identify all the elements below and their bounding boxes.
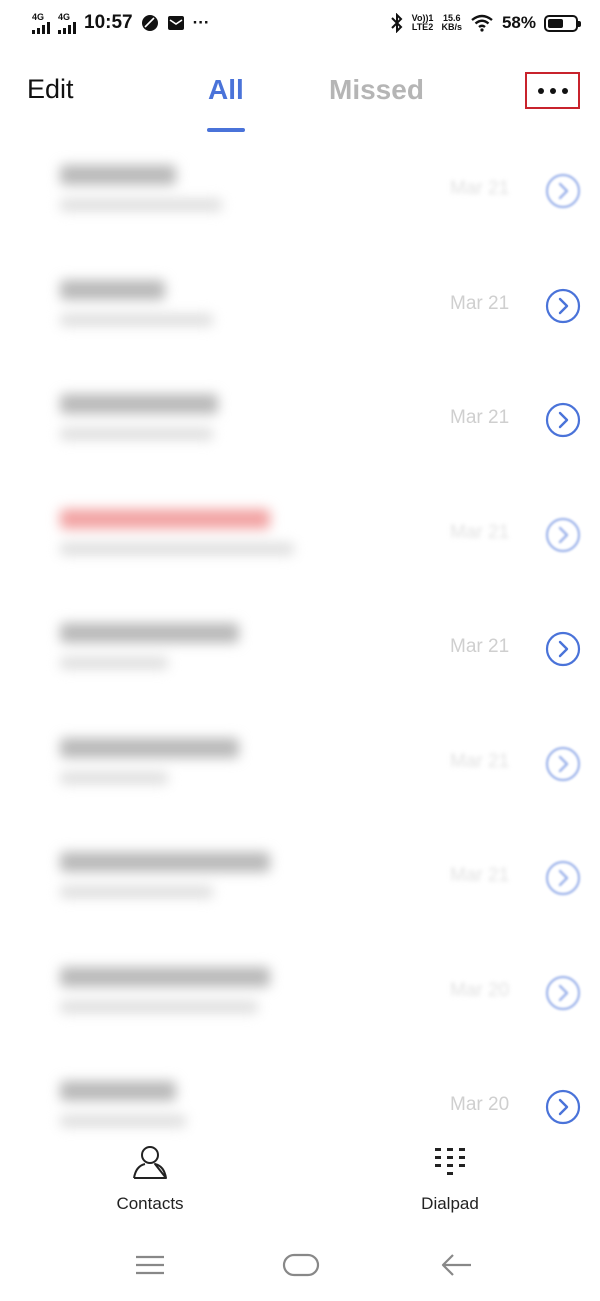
call-date: Mar 21 xyxy=(450,178,510,199)
call-log-header: Edit All Missed xyxy=(0,58,600,132)
message-notification-icon xyxy=(167,16,184,30)
bottom-navigation: Contacts Dialpad xyxy=(0,1140,600,1230)
dialpad-icon xyxy=(435,1148,465,1175)
active-tab-indicator xyxy=(207,128,245,132)
blurred-contact-name xyxy=(60,623,239,643)
call-details-chevron-icon[interactable] xyxy=(545,860,581,896)
sim1-signal: 4G xyxy=(32,11,50,34)
sim1-network-label: 4G xyxy=(32,11,45,22)
status-time: 10:57 xyxy=(84,12,133,33)
wifi-icon xyxy=(471,14,493,32)
menu-icon[interactable] xyxy=(133,1251,167,1279)
blurred-contact-name xyxy=(60,508,270,529)
sim2-signal: 4G xyxy=(58,11,76,34)
status-bar: 4G 4G 10:57 ··· Vo))1 LTE2 15.6 KB/s 58% xyxy=(0,0,600,46)
more-dot-icon xyxy=(549,87,556,94)
blurred-contact-name xyxy=(60,737,239,758)
contacts-label: Contacts xyxy=(116,1194,184,1213)
blurred-contact-name xyxy=(60,165,176,185)
signal-bars-icon xyxy=(32,21,50,34)
tab-missed[interactable]: Missed xyxy=(329,74,424,106)
edit-button[interactable]: Edit xyxy=(27,74,74,105)
blurred-call-details xyxy=(60,1000,258,1013)
home-icon[interactable] xyxy=(282,1251,320,1279)
volte-indicator: Vo))1 LTE2 xyxy=(412,14,434,32)
call-date: Mar 21 xyxy=(450,407,510,428)
call-log-row[interactable]: Mar 21 xyxy=(0,133,600,248)
call-log-list[interactable]: Mar 21 Mar 21 Mar 21 Mar 21 Mar 21 Mar 2… xyxy=(0,133,600,1164)
more-notifications-icon: ··· xyxy=(192,13,210,32)
blurred-contact-details xyxy=(60,966,270,1013)
bluetooth-icon xyxy=(390,13,403,33)
speed-unit: KB/s xyxy=(441,22,462,32)
blurred-contact-details xyxy=(60,737,239,784)
dialpad-label: Dialpad xyxy=(421,1194,479,1213)
blurred-contact-details xyxy=(60,165,222,211)
call-log-row[interactable]: Mar 21 xyxy=(0,248,600,363)
call-date: Mar 20 xyxy=(450,1094,510,1115)
call-details-chevron-icon[interactable] xyxy=(545,631,581,667)
call-date: Mar 21 xyxy=(450,750,510,772)
call-log-row[interactable]: Mar 20 xyxy=(0,935,600,1050)
call-log-row[interactable]: Mar 21 xyxy=(0,706,600,821)
blurred-contact-details xyxy=(60,623,239,669)
blurred-call-details xyxy=(60,1115,186,1127)
sim2-network-label: 4G xyxy=(58,11,71,22)
contacts-icon xyxy=(133,1146,167,1179)
call-log-row[interactable]: Mar 21 xyxy=(0,820,600,935)
blurred-call-details xyxy=(60,199,222,211)
network-speed: 15.6 KB/s xyxy=(441,14,462,32)
blurred-contact-name xyxy=(60,394,218,414)
contacts-tab[interactable]: Contacts xyxy=(100,1144,200,1214)
call-date: Mar 21 xyxy=(450,292,510,314)
call-details-chevron-icon[interactable] xyxy=(545,975,581,1011)
call-log-row[interactable]: Mar 21 xyxy=(0,362,600,477)
blurred-contact-name xyxy=(60,279,165,300)
status-right: Vo))1 LTE2 15.6 KB/s 58% xyxy=(390,13,581,33)
blurred-contact-details xyxy=(60,508,294,555)
leaf-notification-icon xyxy=(141,15,158,31)
call-log-row[interactable]: Mar 21 xyxy=(0,591,600,706)
call-log-row[interactable]: Mar 21 xyxy=(0,477,600,592)
blurred-call-details xyxy=(60,428,213,440)
blurred-call-details xyxy=(60,657,168,669)
call-details-chevron-icon[interactable] xyxy=(545,402,581,438)
signal-bars-icon xyxy=(58,21,76,34)
system-navigation-bar xyxy=(0,1235,600,1295)
blurred-call-details xyxy=(60,771,168,784)
battery-icon xyxy=(544,14,581,32)
call-date: Mar 21 xyxy=(450,521,510,543)
back-arrow-icon[interactable] xyxy=(440,1251,474,1279)
blurred-contact-details xyxy=(60,394,218,440)
blurred-contact-details xyxy=(60,852,270,898)
more-dot-icon xyxy=(561,87,568,94)
more-options-button[interactable] xyxy=(525,72,580,109)
blurred-contact-details xyxy=(60,1081,186,1127)
tab-all[interactable]: All xyxy=(208,74,244,106)
blurred-contact-name xyxy=(60,852,270,872)
blurred-call-details xyxy=(60,542,294,555)
blurred-call-details xyxy=(60,313,213,326)
battery-level xyxy=(548,18,564,28)
blurred-call-details xyxy=(60,886,213,898)
call-details-chevron-icon[interactable] xyxy=(545,746,581,782)
call-date: Mar 21 xyxy=(450,636,510,657)
battery-percent: 58% xyxy=(501,13,536,32)
more-dot-icon xyxy=(537,87,544,94)
volte-bottom-label: LTE2 xyxy=(411,22,434,32)
call-details-chevron-icon[interactable] xyxy=(545,1089,581,1125)
call-date: Mar 21 xyxy=(450,865,510,886)
status-left: 4G 4G 10:57 ··· xyxy=(32,12,210,34)
call-details-chevron-icon[interactable] xyxy=(545,173,581,209)
call-details-chevron-icon[interactable] xyxy=(545,288,581,324)
blurred-contact-name xyxy=(60,1081,176,1101)
call-date: Mar 20 xyxy=(450,979,510,1001)
call-details-chevron-icon[interactable] xyxy=(545,517,581,553)
dialpad-tab[interactable]: Dialpad xyxy=(400,1144,500,1214)
blurred-contact-name xyxy=(60,966,270,987)
blurred-contact-details xyxy=(60,279,213,326)
